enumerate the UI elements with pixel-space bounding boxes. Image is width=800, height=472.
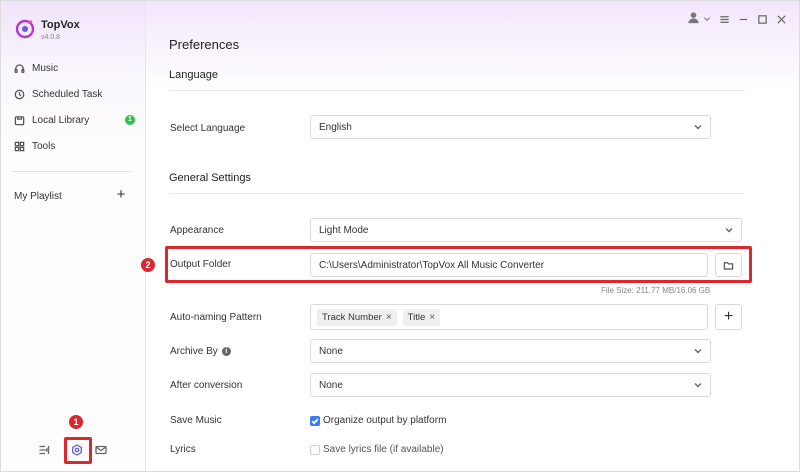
after-conversion-label: After conversion bbox=[170, 380, 243, 391]
feedback-mail-button[interactable] bbox=[92, 441, 110, 459]
library-icon bbox=[14, 115, 25, 125]
naming-pattern-field[interactable]: Track Number × Title × bbox=[310, 304, 708, 330]
annotation-step-2-badge: 2 bbox=[141, 258, 155, 272]
sidebar: TopVox v4.0.8 Music Scheduled Task Local… bbox=[1, 1, 146, 471]
save-lyrics-checkbox[interactable] bbox=[310, 445, 320, 455]
chevron-down-icon bbox=[694, 125, 702, 130]
after-conversion-select[interactable]: None bbox=[310, 373, 711, 397]
menu-icon[interactable] bbox=[719, 14, 730, 25]
window-controls bbox=[687, 11, 787, 27]
annotation-highlight-settings bbox=[64, 437, 92, 464]
sidebar-item-tools[interactable]: Tools bbox=[9, 135, 137, 157]
sidebar-item-label: Tools bbox=[32, 140, 56, 152]
save-music-label: Save Music bbox=[170, 415, 222, 426]
minimize-icon[interactable] bbox=[738, 14, 749, 25]
sidebar-divider bbox=[11, 171, 131, 172]
lyrics-label: Lyrics bbox=[170, 444, 196, 455]
language-select[interactable]: English bbox=[310, 115, 711, 139]
collapse-sidebar-button[interactable] bbox=[35, 441, 53, 459]
language-section-title: Language bbox=[169, 69, 218, 81]
naming-tag-label: Title bbox=[407, 311, 426, 323]
annotation-highlight-output-folder bbox=[165, 246, 752, 283]
my-playlist-label: My Playlist bbox=[14, 191, 62, 202]
app-version: v4.0.8 bbox=[41, 34, 61, 41]
remove-tag-icon[interactable]: × bbox=[429, 312, 435, 323]
naming-tag-label: Track Number bbox=[322, 311, 382, 323]
section-divider bbox=[169, 193, 745, 194]
sidebar-item-local-library[interactable]: Local Library 1 bbox=[9, 109, 137, 131]
info-icon[interactable]: i bbox=[221, 347, 231, 356]
maximize-icon[interactable] bbox=[757, 14, 768, 25]
clock-icon bbox=[14, 89, 25, 99]
remove-tag-icon[interactable]: × bbox=[386, 312, 392, 323]
local-library-count-badge: 1 bbox=[125, 115, 135, 125]
add-playlist-button[interactable]: + bbox=[114, 187, 128, 202]
auto-naming-pattern-label: Auto-naming Pattern bbox=[170, 312, 262, 323]
organize-by-platform-label: Organize output by platform bbox=[323, 415, 447, 426]
chevron-down-icon[interactable] bbox=[703, 15, 711, 23]
after-conversion-value: None bbox=[319, 379, 343, 391]
appearance-select-value: Light Mode bbox=[319, 224, 369, 236]
app-window: TopVox v4.0.8 Music Scheduled Task Local… bbox=[0, 0, 800, 472]
chevron-down-icon bbox=[694, 349, 702, 354]
add-naming-tag-button[interactable]: + bbox=[715, 304, 742, 330]
archive-by-label: Archive By i bbox=[170, 346, 231, 357]
archive-by-select[interactable]: None bbox=[310, 339, 711, 363]
topvox-logo-icon bbox=[15, 19, 35, 39]
page-title: Preferences bbox=[169, 37, 240, 52]
chevron-down-icon bbox=[725, 228, 733, 233]
sidebar-item-label: Local Library bbox=[32, 114, 90, 126]
grid-icon bbox=[14, 141, 25, 151]
collapse-sidebar-icon bbox=[39, 445, 50, 455]
appearance-select[interactable]: Light Mode bbox=[310, 218, 742, 242]
organize-by-platform-checkbox[interactable] bbox=[310, 416, 320, 426]
sidebar-item-scheduled-task[interactable]: Scheduled Task bbox=[9, 83, 137, 105]
language-select-value: English bbox=[319, 121, 352, 133]
naming-tag: Title × bbox=[402, 308, 441, 326]
file-size-text: File Size: 211.77 MB/16.06 GB bbox=[601, 286, 711, 295]
headphones-icon bbox=[14, 63, 25, 73]
sidebar-item-label: Scheduled Task bbox=[32, 88, 103, 100]
select-language-label: Select Language bbox=[170, 123, 246, 134]
section-divider bbox=[169, 90, 745, 91]
app-name: TopVox bbox=[41, 19, 80, 31]
archive-by-label-text: Archive By bbox=[170, 346, 218, 357]
general-settings-section-title: General Settings bbox=[169, 172, 251, 184]
user-icon bbox=[688, 12, 699, 24]
annotation-step-1-badge: 1 bbox=[69, 415, 83, 429]
sidebar-item-label: Music bbox=[32, 62, 59, 74]
chevron-down-icon bbox=[694, 383, 702, 388]
sidebar-item-music[interactable]: Music bbox=[9, 57, 137, 79]
archive-by-value: None bbox=[319, 345, 343, 357]
account-button[interactable] bbox=[687, 11, 700, 27]
close-icon[interactable] bbox=[776, 14, 787, 25]
mail-icon bbox=[95, 445, 107, 455]
naming-tag: Track Number × bbox=[317, 308, 397, 326]
save-lyrics-label: Save lyrics file (if available) bbox=[323, 444, 444, 455]
appearance-label: Appearance bbox=[170, 225, 224, 236]
checkmark-icon bbox=[311, 418, 319, 425]
